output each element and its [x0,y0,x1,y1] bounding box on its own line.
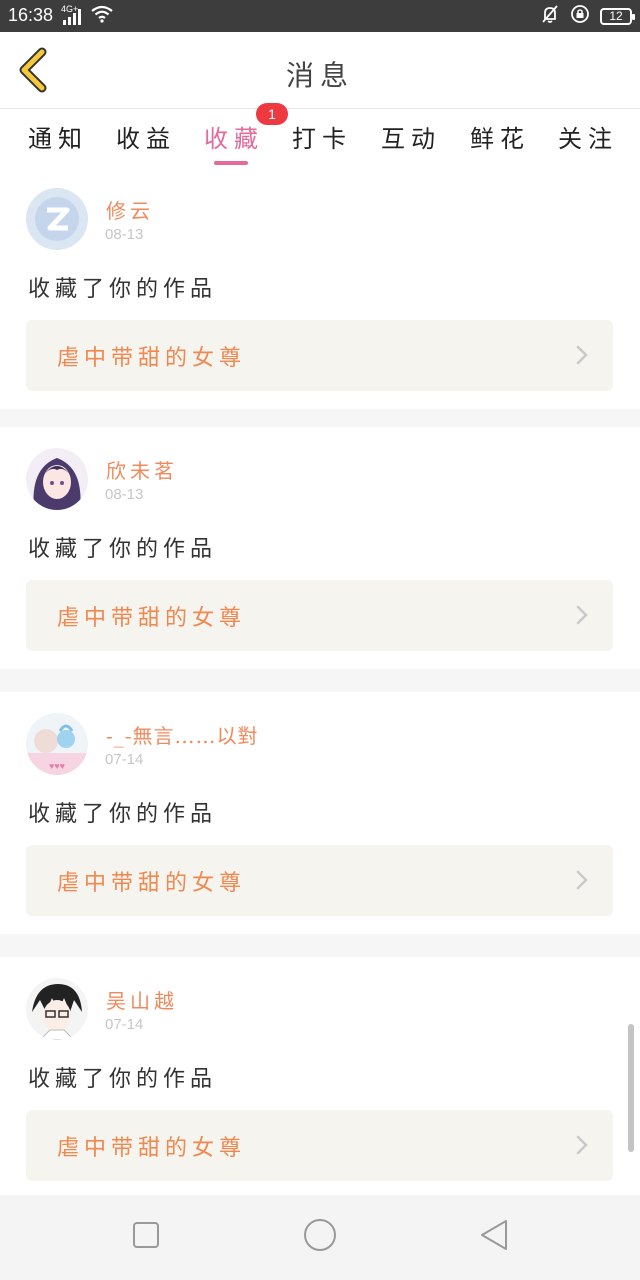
username[interactable]: -_-無言……以對 [106,720,259,749]
message-time: 08-13 [105,486,144,503]
page-title: 消息 [285,59,354,92]
message-action: 收藏了你的作品 [28,537,218,562]
svg-text:♥♥♥: ♥♥♥ [49,761,65,771]
username[interactable]: 吴山越 [106,985,178,1014]
message-card: 修云 08-13 收藏了你的作品 虐中带甜的女尊 [0,167,640,409]
tab-interaction[interactable]: 互动 [381,119,441,154]
back-nav-button[interactable] [474,1215,514,1255]
circle-icon [304,1219,336,1251]
username[interactable]: 修云 [106,195,154,224]
chevron-right-icon [575,869,589,891]
work-title: 虐中带甜的女尊 [57,871,247,896]
avatar[interactable] [26,978,88,1040]
chevron-right-icon [575,344,589,366]
qq-default-avatar-icon [26,188,88,250]
avatar[interactable] [26,188,88,250]
network-type-label: 4G+ [61,4,79,14]
work-link[interactable]: 虐中带甜的女尊 [26,1110,613,1181]
anime-girl-avatar-icon [26,448,88,510]
work-link[interactable]: 虐中带甜的女尊 [26,580,613,651]
message-action: 收藏了你的作品 [28,1067,218,1092]
system-nav-bar [0,1195,640,1280]
avatar[interactable] [26,448,88,510]
chevron-right-icon [575,1134,589,1156]
active-tab-indicator [214,161,248,165]
tab-favorites[interactable]: 收藏 [204,119,264,154]
tab-following[interactable]: 关注 [558,119,618,154]
mute-bell-icon [540,4,560,28]
message-time: 07-14 [105,1016,144,1033]
message-action: 收藏了你的作品 [28,802,218,827]
chevron-right-icon [575,604,589,626]
work-title: 虐中带甜的女尊 [57,346,247,371]
status-time: 16:38 [8,5,54,25]
scrollbar-thumb[interactable] [628,1024,634,1152]
square-icon [133,1222,159,1248]
anime-boy-avatar-icon [26,978,88,1040]
tab-checkin[interactable]: 打卡 [292,119,352,154]
header: 消息 [0,32,640,109]
tab-earnings[interactable]: 收益 [116,119,176,154]
signal-icon: 4G+ [61,4,84,25]
message-card: ♥♥♥ -_-無言……以對 07-14 收藏了你的作品 虐中带甜的女尊 [0,692,640,934]
message-card: 欣未茗 08-13 收藏了你的作品 虐中带甜的女尊 [0,427,640,669]
tab-favorites-badge: 1 [256,103,288,125]
triangle-back-icon [481,1220,507,1250]
photo-avatar-icon: ♥♥♥ [26,713,88,775]
message-time: 08-13 [105,226,144,243]
message-card: 吴山越 07-14 收藏了你的作品 虐中带甜的女尊 [0,957,640,1199]
wifi-icon [90,5,114,27]
avatar[interactable]: ♥♥♥ [26,713,88,775]
recent-apps-button[interactable] [126,1215,166,1255]
work-title: 虐中带甜的女尊 [57,1136,247,1161]
rotation-lock-icon [570,4,590,28]
tab-flowers[interactable]: 鲜花 [470,119,530,154]
battery-icon: 12 [600,7,635,25]
work-link[interactable]: 虐中带甜的女尊 [26,845,613,916]
status-bar: 16:38 4G+ 12 [0,0,640,32]
username[interactable]: 欣未茗 [106,455,178,484]
tab-bar: 通知 收益 收藏 1 打卡 互动 鲜花 关注 [0,103,640,167]
tab-notifications[interactable]: 通知 [28,119,88,154]
message-time: 07-14 [105,751,144,768]
message-action: 收藏了你的作品 [28,277,218,302]
work-link[interactable]: 虐中带甜的女尊 [26,320,613,391]
home-button[interactable] [300,1215,340,1255]
work-title: 虐中带甜的女尊 [57,606,247,631]
